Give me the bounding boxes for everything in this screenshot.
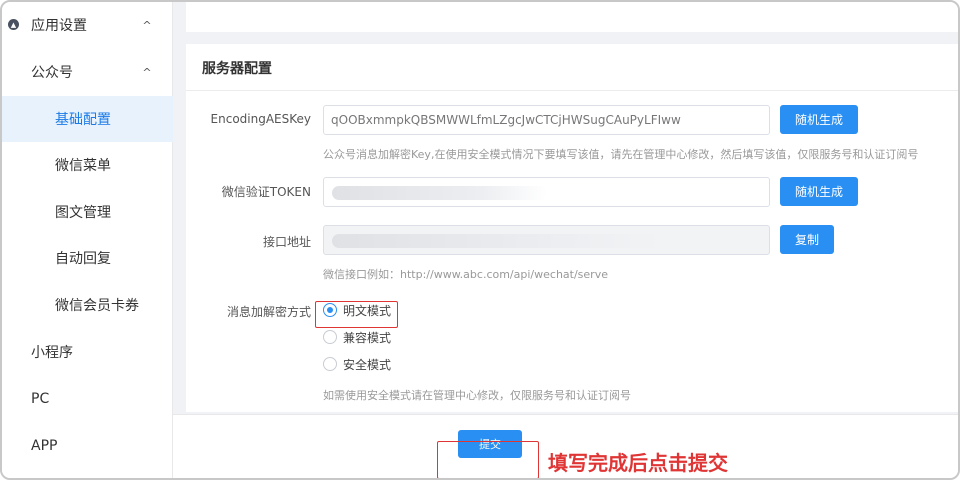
sidebar-item-label: 微信菜单 [55,158,111,174]
aes-key-hint: 公众号消息加解密Key,在使用安全模式情况下要填写该值，请先在管理中心修改，然后… [323,148,919,161]
sidebar-item-label: 基础配置 [55,112,111,128]
endpoint-input[interactable] [323,225,770,255]
previous-section-card [186,2,958,32]
chevron-up-icon: ^ [142,18,152,32]
sidebar-item-basic-config[interactable]: 基础配置 [2,96,173,142]
radio-secure[interactable]: 安全模式 [323,355,391,373]
sidebar-item-official-account[interactable]: 公众号 ^ [2,49,173,95]
form-footer: 提交 填写完成后点击提交 [173,414,958,478]
sidebar-item-label: 应用设置 [31,18,87,34]
aes-key-value: qOOBxmmpkQBSMWWLfmLZgcJwCTCjHWSugCAuPyLF… [331,113,681,127]
copy-button[interactable]: 复制 [780,225,834,254]
sidebar-item-member-cards[interactable]: 微信会员卡券 [2,282,173,328]
radio-label: 兼容模式 [343,330,392,345]
panel-title: 服务器配置 [202,61,272,77]
annotation-highlight-radio [315,301,398,328]
server-config-panel: 服务器配置 EncodingAESKey qOOBxmmpkQBSMWWLfmL… [186,44,958,412]
aes-key-generate-button[interactable]: 随机生成 [780,105,858,134]
app-settings-icon: ▲ [8,19,19,30]
token-redacted-value [332,186,547,200]
token-generate-button[interactable]: 随机生成 [780,177,858,206]
sidebar-item-wechat-menu[interactable]: 微信菜单 [2,142,173,188]
sidebar-item-label: 自动回复 [55,251,111,267]
token-input[interactable] [323,177,770,207]
sidebar: ▲ 应用设置 ^ 公众号 ^ 基础配置 微信菜单 图文管理 自动回复 微信会员卡… [2,2,173,478]
annotation-highlight-submit [437,441,539,478]
encryption-label: 消息加解密方式 [226,305,311,319]
sidebar-item-label: 微信会员卡券 [55,298,139,314]
radio-unchecked-icon [323,330,337,344]
sidebar-item-label: 公众号 [31,65,73,81]
encryption-hint: 如需使用安全模式请在管理中心修改，仅限服务号和认证订阅号 [323,389,631,402]
sidebar-item-mini-program[interactable]: 小程序 [2,329,173,375]
chevron-up-icon: ^ [142,65,152,79]
sidebar-item-label: 小程序 [31,345,73,361]
sidebar-item-app[interactable]: APP [2,423,173,469]
sidebar-item-auto-reply[interactable]: 自动回复 [2,235,173,281]
sidebar-item-label: 图文管理 [55,205,111,221]
app-window: ▲ 应用设置 ^ 公众号 ^ 基础配置 微信菜单 图文管理 自动回复 微信会员卡… [0,0,960,480]
radio-label: 安全模式 [343,357,392,372]
endpoint-label: 接口地址 [262,235,311,249]
endpoint-hint: 微信接口例如：http://www.abc.com/api/wechat/ser… [323,268,608,281]
endpoint-redacted-value [332,234,662,248]
sidebar-item-label: PC [31,391,50,407]
aes-key-input[interactable]: qOOBxmmpkQBSMWWLfmLZgcJwCTCjHWSugCAuPyLF… [323,105,770,135]
sidebar-item-article-management[interactable]: 图文管理 [2,189,173,235]
sidebar-item-pc[interactable]: PC [2,376,173,422]
sidebar-item-app-settings[interactable]: ▲ 应用设置 ^ [2,2,173,48]
annotation-callout: 填写完成后点击提交 [548,451,728,475]
aes-key-label: EncodingAESKey [210,112,311,126]
panel-divider [186,90,958,91]
radio-compatible[interactable]: 兼容模式 [323,328,391,346]
token-label: 微信验证TOKEN [221,185,311,199]
sidebar-item-label: APP [31,438,58,454]
radio-unchecked-icon [323,357,337,371]
